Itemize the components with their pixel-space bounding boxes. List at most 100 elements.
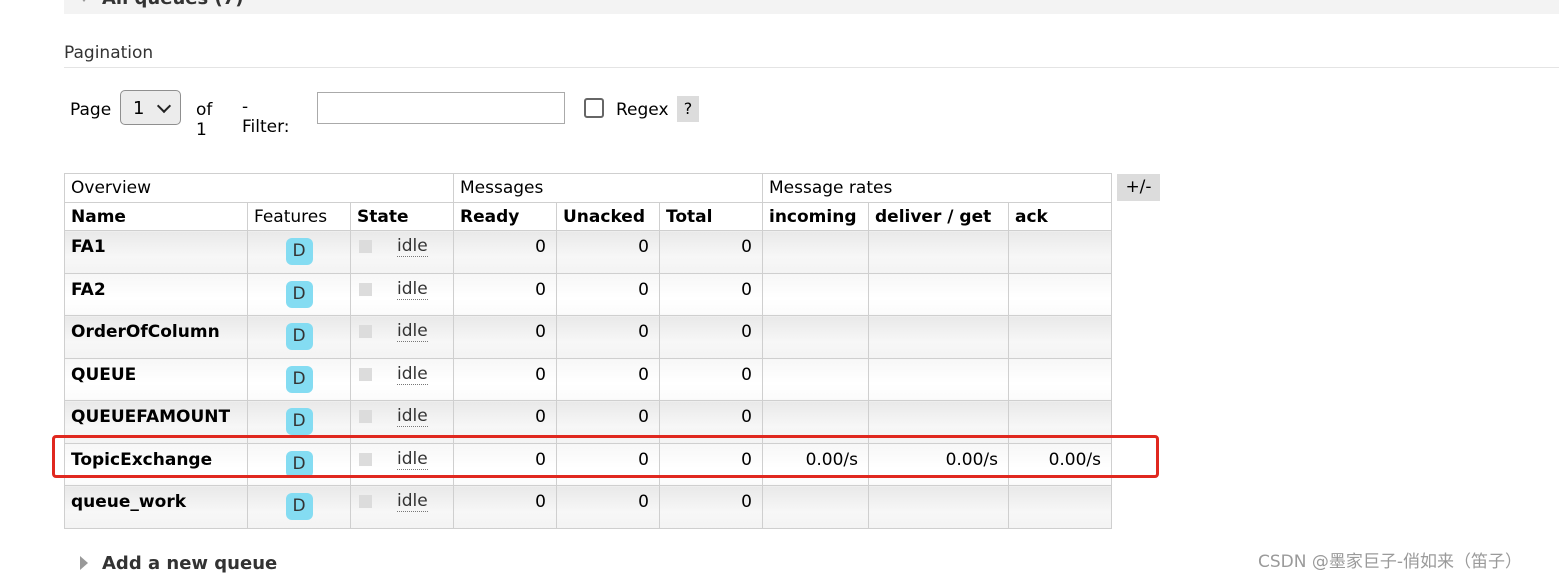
column-header-ready[interactable]: Ready <box>453 202 557 231</box>
toggle-columns-button[interactable]: +/- <box>1117 174 1160 201</box>
total-count: 0 <box>659 272 763 316</box>
ack-rate <box>1008 400 1112 444</box>
incoming-rate <box>762 400 869 444</box>
divider <box>64 67 1559 68</box>
ready-count: 0 <box>453 485 557 529</box>
unacked-count: 0 <box>556 442 660 486</box>
table-row: QUEUEFAMOUNT D idle 0 0 0 <box>64 400 1112 444</box>
unacked-count: 0 <box>556 357 660 401</box>
queues-table: Overview Messages Message rates Name Fea… <box>64 173 1112 529</box>
state-indicator-icon <box>359 325 372 338</box>
incoming-rate <box>762 315 869 359</box>
regex-label: Regex <box>616 100 669 120</box>
state-text: idle <box>397 278 428 300</box>
filter-input[interactable] <box>317 92 565 124</box>
column-header-features: Features <box>247 202 351 231</box>
expand-triangle-icon <box>80 555 88 570</box>
deliver-get-rate <box>868 485 1009 529</box>
state-text: idle <box>397 363 428 385</box>
unacked-count: 0 <box>556 400 660 444</box>
ready-count: 0 <box>453 230 557 274</box>
deliver-get-rate <box>868 315 1009 359</box>
ack-rate <box>1008 315 1112 359</box>
ack-rate: 0.00/s <box>1008 442 1112 486</box>
state-indicator-icon <box>359 240 372 253</box>
incoming-rate: 0.00/s <box>762 442 869 486</box>
group-header-message-rates: Message rates <box>762 173 1112 203</box>
ready-count: 0 <box>453 272 557 316</box>
column-header-state[interactable]: State <box>350 202 454 231</box>
total-count: 0 <box>659 442 763 486</box>
column-header-total[interactable]: Total <box>659 202 763 231</box>
page-select-value: 1 <box>133 98 145 119</box>
column-header-deliver-get[interactable]: deliver / get <box>868 202 1009 231</box>
total-count: 0 <box>659 315 763 359</box>
deliver-get-rate <box>868 230 1009 274</box>
deliver-get-rate <box>868 400 1009 444</box>
column-header-name[interactable]: Name <box>64 202 248 231</box>
state-text: idle <box>397 448 428 470</box>
durable-badge: D <box>285 280 313 308</box>
queue-name-link[interactable]: OrderOfColumn <box>64 315 248 359</box>
state-text: idle <box>397 236 428 257</box>
regex-help-button[interactable]: ? <box>677 96 699 122</box>
state-indicator-icon <box>359 282 372 296</box>
queue-name-link[interactable]: queue_work <box>64 485 248 529</box>
incoming-rate <box>762 357 869 401</box>
group-header-messages: Messages <box>453 173 763 203</box>
filter-label: - Filter: <box>242 97 290 137</box>
state-indicator-icon <box>359 410 372 423</box>
queues-page: All queues (7) Pagination Page 1 of 1 - … <box>0 0 1559 578</box>
ack-rate <box>1008 357 1112 401</box>
pagination-label: Pagination <box>64 43 154 63</box>
incoming-rate <box>762 230 869 274</box>
ready-count: 0 <box>453 442 557 486</box>
unacked-count: 0 <box>556 272 660 316</box>
group-header-overview: Overview <box>64 173 454 203</box>
durable-badge: D <box>285 238 313 265</box>
state-text: idle <box>397 406 428 427</box>
queue-name-link[interactable]: FA2 <box>64 272 248 316</box>
page-count-label: of 1 <box>196 100 213 140</box>
table-row: TopicExchange D idle 0 0 0 0.00/s 0.00/s… <box>64 442 1112 486</box>
ready-count: 0 <box>453 357 557 401</box>
ack-rate <box>1008 485 1112 529</box>
ready-count: 0 <box>453 400 557 444</box>
table-row: OrderOfColumn D idle 0 0 0 <box>64 315 1112 359</box>
queue-name-link[interactable]: QUEUE <box>64 357 248 401</box>
ready-count: 0 <box>453 315 557 359</box>
regex-checkbox[interactable] <box>584 98 604 118</box>
queue-name-link[interactable]: FA1 <box>64 230 248 274</box>
table-row: QUEUE D idle 0 0 0 <box>64 357 1112 401</box>
ack-rate <box>1008 272 1112 316</box>
table-row: queue_work D idle 0 0 0 <box>64 485 1112 529</box>
total-count: 0 <box>659 400 763 444</box>
add-queue-section[interactable]: Add a new queue <box>80 553 277 574</box>
column-header-incoming[interactable]: incoming <box>762 202 869 231</box>
column-header-ack[interactable]: ack <box>1008 202 1112 231</box>
queue-name-link[interactable]: TopicExchange <box>64 442 248 486</box>
collapse-triangle-icon <box>78 0 90 2</box>
deliver-get-rate <box>868 357 1009 401</box>
incoming-rate <box>762 485 869 529</box>
unacked-count: 0 <box>556 315 660 359</box>
unacked-count: 0 <box>556 230 660 274</box>
state-text: idle <box>397 491 428 512</box>
page-select[interactable]: 1 <box>120 90 181 125</box>
queue-name-link[interactable]: QUEUEFAMOUNT <box>64 400 248 444</box>
state-indicator-icon <box>359 367 372 381</box>
durable-badge: D <box>285 408 313 435</box>
durable-badge: D <box>285 323 313 350</box>
deliver-get-rate <box>868 272 1009 316</box>
total-count: 0 <box>659 485 763 529</box>
table-row: FA2 D idle 0 0 0 <box>64 272 1112 316</box>
ack-rate <box>1008 230 1112 274</box>
total-count: 0 <box>659 230 763 274</box>
durable-badge: D <box>285 450 313 478</box>
page-label: Page <box>70 100 112 120</box>
all-queues-section-header[interactable]: All queues (7) <box>64 0 1559 14</box>
total-count: 0 <box>659 357 763 401</box>
column-header-unacked[interactable]: Unacked <box>556 202 660 231</box>
state-indicator-icon <box>359 452 372 466</box>
section-title: All queues (7) <box>102 0 243 9</box>
